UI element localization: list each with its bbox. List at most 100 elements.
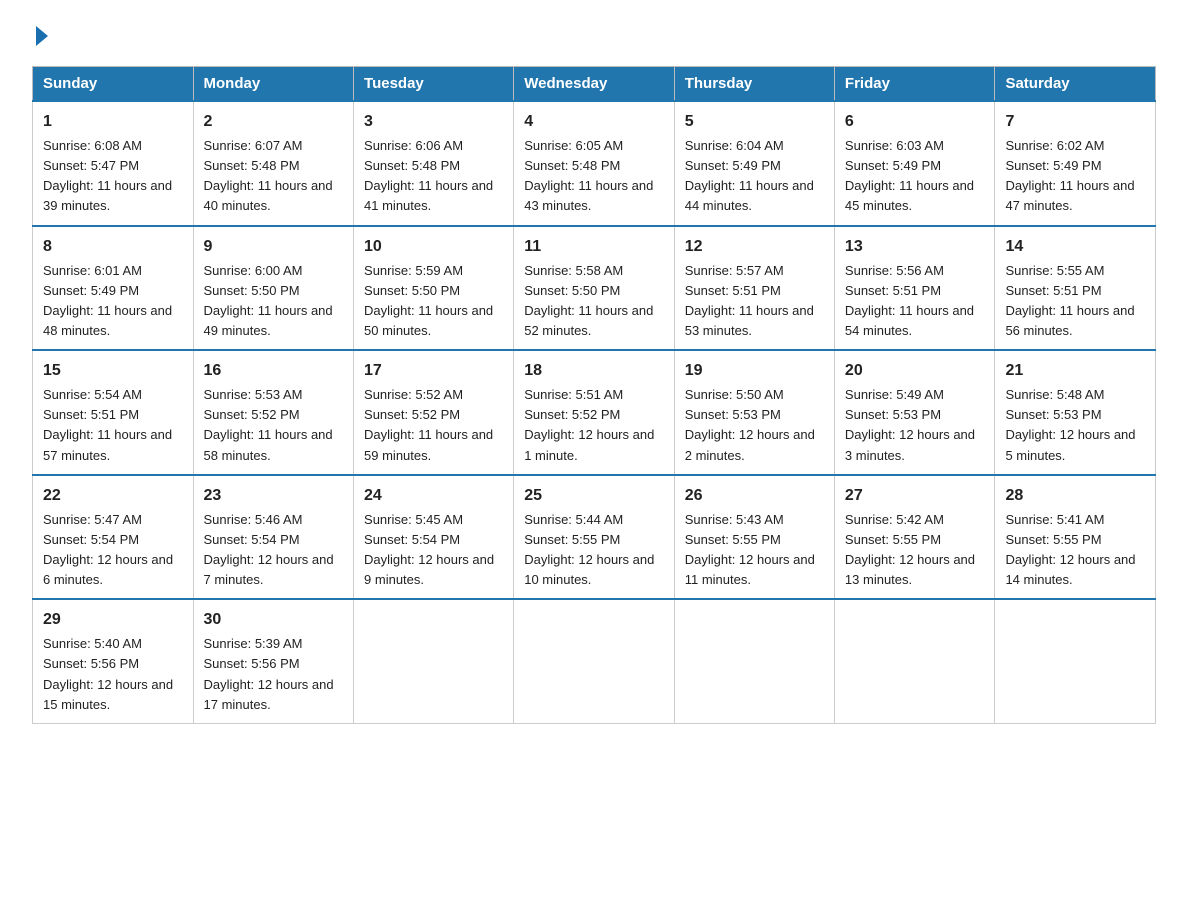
day-number: 21 <box>1005 359 1145 383</box>
day-info: Sunrise: 6:06 AMSunset: 5:48 PMDaylight:… <box>364 136 503 217</box>
day-number: 5 <box>685 110 824 134</box>
day-cell <box>674 599 834 723</box>
day-number: 20 <box>845 359 985 383</box>
calendar-header: SundayMondayTuesdayWednesdayThursdayFrid… <box>33 67 1156 102</box>
day-info: Sunrise: 5:51 AMSunset: 5:52 PMDaylight:… <box>524 385 664 466</box>
day-number: 12 <box>685 235 824 259</box>
day-cell: 14Sunrise: 5:55 AMSunset: 5:51 PMDayligh… <box>995 226 1156 351</box>
day-info: Sunrise: 6:01 AMSunset: 5:49 PMDaylight:… <box>43 261 183 342</box>
day-number: 8 <box>43 235 183 259</box>
day-cell: 19Sunrise: 5:50 AMSunset: 5:53 PMDayligh… <box>674 350 834 475</box>
day-cell: 2Sunrise: 6:07 AMSunset: 5:48 PMDaylight… <box>193 101 354 226</box>
day-cell <box>354 599 514 723</box>
day-number: 1 <box>43 110 183 134</box>
day-number: 10 <box>364 235 503 259</box>
day-info: Sunrise: 5:57 AMSunset: 5:51 PMDaylight:… <box>685 261 824 342</box>
day-cell: 6Sunrise: 6:03 AMSunset: 5:49 PMDaylight… <box>834 101 995 226</box>
day-cell: 26Sunrise: 5:43 AMSunset: 5:55 PMDayligh… <box>674 475 834 600</box>
day-number: 23 <box>204 484 344 508</box>
calendar-table: SundayMondayTuesdayWednesdayThursdayFrid… <box>32 66 1156 724</box>
day-number: 14 <box>1005 235 1145 259</box>
day-cell: 9Sunrise: 6:00 AMSunset: 5:50 PMDaylight… <box>193 226 354 351</box>
week-row-2: 8Sunrise: 6:01 AMSunset: 5:49 PMDaylight… <box>33 226 1156 351</box>
day-cell <box>514 599 675 723</box>
week-row-3: 15Sunrise: 5:54 AMSunset: 5:51 PMDayligh… <box>33 350 1156 475</box>
day-info: Sunrise: 5:52 AMSunset: 5:52 PMDaylight:… <box>364 385 503 466</box>
day-info: Sunrise: 6:02 AMSunset: 5:49 PMDaylight:… <box>1005 136 1145 217</box>
day-cell: 16Sunrise: 5:53 AMSunset: 5:52 PMDayligh… <box>193 350 354 475</box>
day-info: Sunrise: 6:00 AMSunset: 5:50 PMDaylight:… <box>204 261 344 342</box>
day-info: Sunrise: 5:48 AMSunset: 5:53 PMDaylight:… <box>1005 385 1145 466</box>
day-cell: 30Sunrise: 5:39 AMSunset: 5:56 PMDayligh… <box>193 599 354 723</box>
day-cell: 12Sunrise: 5:57 AMSunset: 5:51 PMDayligh… <box>674 226 834 351</box>
day-number: 30 <box>204 608 344 632</box>
day-cell: 20Sunrise: 5:49 AMSunset: 5:53 PMDayligh… <box>834 350 995 475</box>
day-info: Sunrise: 6:08 AMSunset: 5:47 PMDaylight:… <box>43 136 183 217</box>
day-cell: 29Sunrise: 5:40 AMSunset: 5:56 PMDayligh… <box>33 599 194 723</box>
day-cell: 3Sunrise: 6:06 AMSunset: 5:48 PMDaylight… <box>354 101 514 226</box>
day-info: Sunrise: 5:43 AMSunset: 5:55 PMDaylight:… <box>685 510 824 591</box>
day-cell: 24Sunrise: 5:45 AMSunset: 5:54 PMDayligh… <box>354 475 514 600</box>
day-cell: 27Sunrise: 5:42 AMSunset: 5:55 PMDayligh… <box>834 475 995 600</box>
day-cell: 25Sunrise: 5:44 AMSunset: 5:55 PMDayligh… <box>514 475 675 600</box>
day-info: Sunrise: 5:42 AMSunset: 5:55 PMDaylight:… <box>845 510 985 591</box>
day-cell: 21Sunrise: 5:48 AMSunset: 5:53 PMDayligh… <box>995 350 1156 475</box>
day-number: 25 <box>524 484 664 508</box>
day-number: 22 <box>43 484 183 508</box>
day-cell: 22Sunrise: 5:47 AMSunset: 5:54 PMDayligh… <box>33 475 194 600</box>
day-number: 16 <box>204 359 344 383</box>
day-number: 4 <box>524 110 664 134</box>
day-cell: 4Sunrise: 6:05 AMSunset: 5:48 PMDaylight… <box>514 101 675 226</box>
day-info: Sunrise: 5:50 AMSunset: 5:53 PMDaylight:… <box>685 385 824 466</box>
day-cell: 7Sunrise: 6:02 AMSunset: 5:49 PMDaylight… <box>995 101 1156 226</box>
day-number: 26 <box>685 484 824 508</box>
week-row-1: 1Sunrise: 6:08 AMSunset: 5:47 PMDaylight… <box>33 101 1156 226</box>
day-info: Sunrise: 5:39 AMSunset: 5:56 PMDaylight:… <box>204 634 344 715</box>
day-cell: 1Sunrise: 6:08 AMSunset: 5:47 PMDaylight… <box>33 101 194 226</box>
day-info: Sunrise: 6:04 AMSunset: 5:49 PMDaylight:… <box>685 136 824 217</box>
day-cell: 5Sunrise: 6:04 AMSunset: 5:49 PMDaylight… <box>674 101 834 226</box>
day-info: Sunrise: 5:53 AMSunset: 5:52 PMDaylight:… <box>204 385 344 466</box>
day-info: Sunrise: 5:56 AMSunset: 5:51 PMDaylight:… <box>845 261 985 342</box>
day-number: 6 <box>845 110 985 134</box>
page-header <box>32 24 1156 46</box>
header-cell-friday: Friday <box>834 67 995 102</box>
day-info: Sunrise: 5:54 AMSunset: 5:51 PMDaylight:… <box>43 385 183 466</box>
day-cell: 28Sunrise: 5:41 AMSunset: 5:55 PMDayligh… <box>995 475 1156 600</box>
day-cell: 15Sunrise: 5:54 AMSunset: 5:51 PMDayligh… <box>33 350 194 475</box>
header-cell-tuesday: Tuesday <box>354 67 514 102</box>
header-cell-monday: Monday <box>193 67 354 102</box>
day-info: Sunrise: 6:05 AMSunset: 5:48 PMDaylight:… <box>524 136 664 217</box>
day-info: Sunrise: 5:45 AMSunset: 5:54 PMDaylight:… <box>364 510 503 591</box>
day-info: Sunrise: 6:07 AMSunset: 5:48 PMDaylight:… <box>204 136 344 217</box>
logo-triangle-icon <box>36 26 48 46</box>
day-number: 13 <box>845 235 985 259</box>
day-number: 3 <box>364 110 503 134</box>
day-info: Sunrise: 6:03 AMSunset: 5:49 PMDaylight:… <box>845 136 985 217</box>
day-info: Sunrise: 5:40 AMSunset: 5:56 PMDaylight:… <box>43 634 183 715</box>
day-cell <box>995 599 1156 723</box>
day-info: Sunrise: 5:41 AMSunset: 5:55 PMDaylight:… <box>1005 510 1145 591</box>
logo <box>32 24 48 46</box>
week-row-5: 29Sunrise: 5:40 AMSunset: 5:56 PMDayligh… <box>33 599 1156 723</box>
day-cell: 23Sunrise: 5:46 AMSunset: 5:54 PMDayligh… <box>193 475 354 600</box>
day-number: 2 <box>204 110 344 134</box>
day-number: 27 <box>845 484 985 508</box>
day-cell: 8Sunrise: 6:01 AMSunset: 5:49 PMDaylight… <box>33 226 194 351</box>
week-row-4: 22Sunrise: 5:47 AMSunset: 5:54 PMDayligh… <box>33 475 1156 600</box>
day-cell: 18Sunrise: 5:51 AMSunset: 5:52 PMDayligh… <box>514 350 675 475</box>
day-info: Sunrise: 5:49 AMSunset: 5:53 PMDaylight:… <box>845 385 985 466</box>
day-info: Sunrise: 5:46 AMSunset: 5:54 PMDaylight:… <box>204 510 344 591</box>
header-row: SundayMondayTuesdayWednesdayThursdayFrid… <box>33 67 1156 102</box>
day-number: 15 <box>43 359 183 383</box>
day-number: 28 <box>1005 484 1145 508</box>
day-cell: 11Sunrise: 5:58 AMSunset: 5:50 PMDayligh… <box>514 226 675 351</box>
day-number: 18 <box>524 359 664 383</box>
header-cell-wednesday: Wednesday <box>514 67 675 102</box>
day-number: 17 <box>364 359 503 383</box>
day-number: 29 <box>43 608 183 632</box>
day-info: Sunrise: 5:55 AMSunset: 5:51 PMDaylight:… <box>1005 261 1145 342</box>
day-number: 19 <box>685 359 824 383</box>
day-info: Sunrise: 5:59 AMSunset: 5:50 PMDaylight:… <box>364 261 503 342</box>
day-cell: 10Sunrise: 5:59 AMSunset: 5:50 PMDayligh… <box>354 226 514 351</box>
